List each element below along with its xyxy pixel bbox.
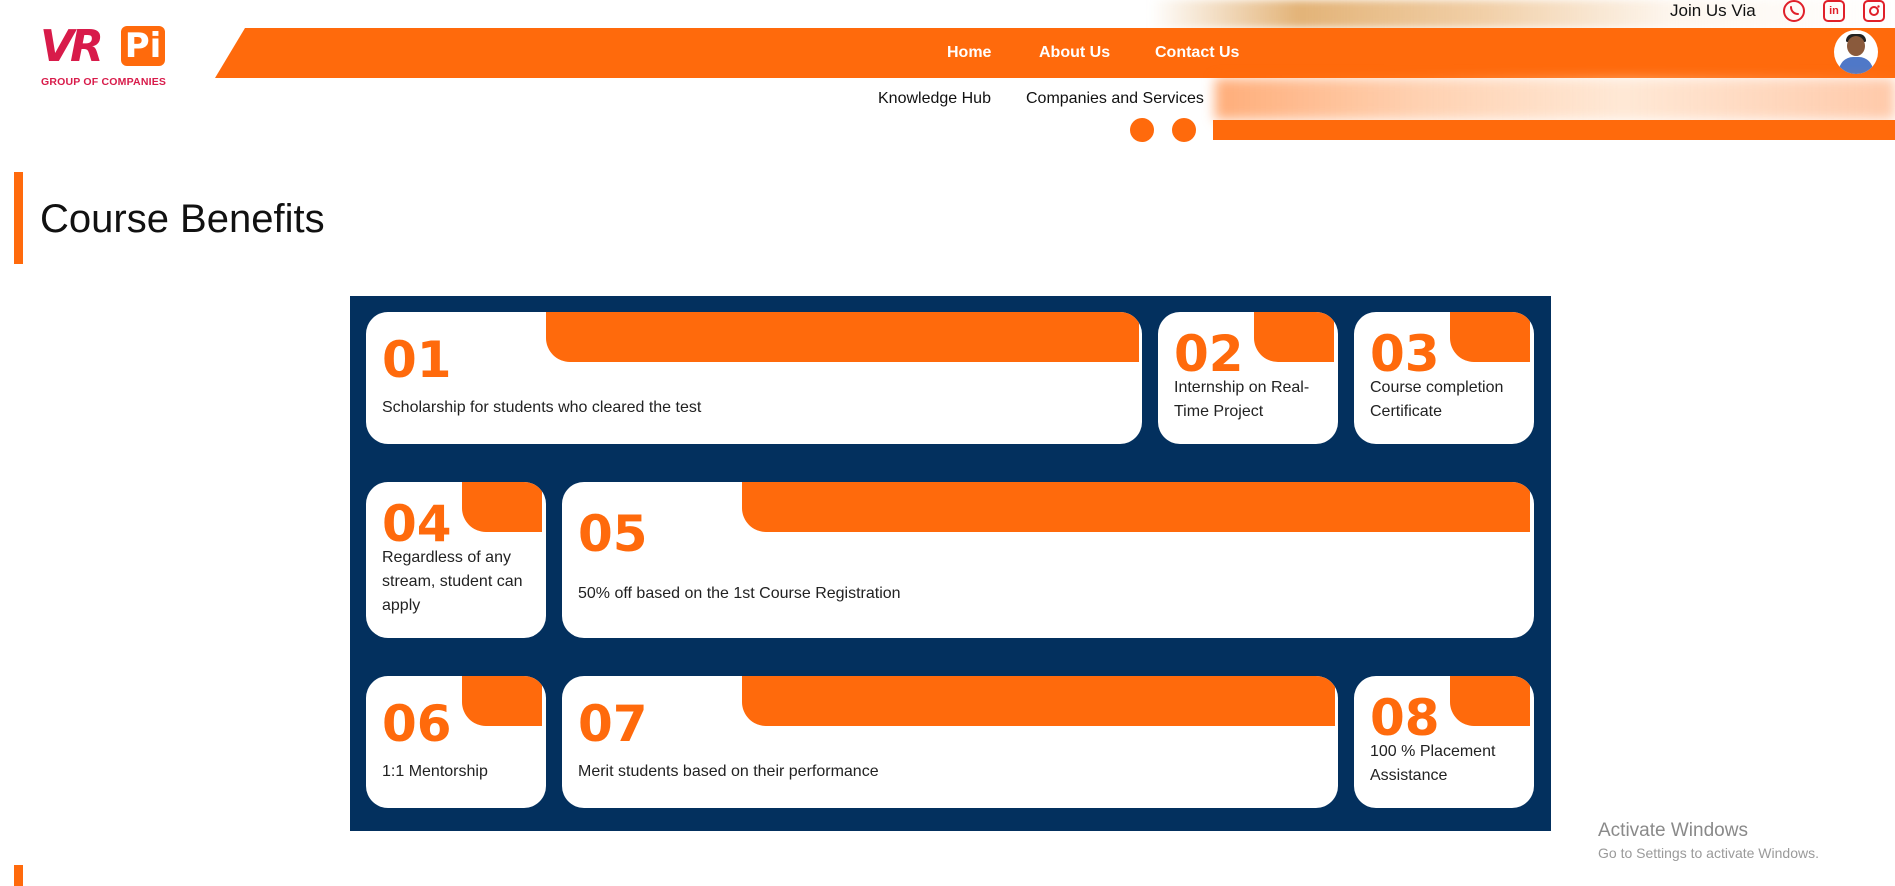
- logo-vr-mark: VR: [40, 21, 104, 72]
- benefit-text: 100 % Placement Assistance: [1370, 743, 1496, 784]
- card-accent-tab: [546, 312, 1139, 362]
- benefit-number: 01: [382, 331, 452, 389]
- activate-windows-hint: Go to Settings to activate Windows.: [1598, 845, 1819, 861]
- linkedin-icon-glyph: in: [1829, 5, 1839, 17]
- benefit-number: 06: [382, 695, 452, 753]
- join-us-label: Join Us Via: [1670, 1, 1756, 20]
- card-accent-tab: [742, 482, 1530, 532]
- benefit-card-08: 08 100 % Placement Assistance: [1354, 676, 1534, 808]
- nav-home[interactable]: Home: [947, 28, 991, 78]
- avatar-body: [1839, 57, 1873, 74]
- decorative-sub-blur: [1215, 78, 1895, 120]
- benefit-card-05: 05 50% off based on the 1st Course Regis…: [562, 482, 1534, 638]
- benefit-text: Regardless of any stream, student can ap…: [382, 549, 523, 614]
- nav-companies-services[interactable]: Companies and Services: [1026, 88, 1204, 110]
- whatsapp-icon[interactable]: [1783, 0, 1805, 22]
- page-title: Course Benefits: [40, 197, 325, 241]
- benefit-text: Internship on Real-Time Project: [1174, 379, 1310, 420]
- logo-subtitle: GROUP OF COMPANIES: [41, 76, 167, 88]
- heading-accent-bar: [14, 172, 23, 264]
- logo-pi-mark: Pi: [121, 26, 165, 66]
- user-avatar[interactable]: [1834, 30, 1878, 74]
- benefit-number: 04: [382, 495, 452, 553]
- activate-windows-title: Activate Windows: [1598, 820, 1748, 841]
- card-accent-tab: [462, 482, 542, 532]
- card-accent-tab: [1254, 312, 1334, 362]
- decorative-sub-bar: [1213, 120, 1895, 140]
- benefit-text: Course completion Certificate: [1370, 379, 1504, 420]
- instagram-icon[interactable]: [1863, 0, 1885, 22]
- card-accent-tab: [462, 676, 542, 726]
- carousel-dot[interactable]: [1130, 118, 1154, 142]
- benefit-card-01: 01 Scholarship for students who cleared …: [366, 312, 1142, 444]
- benefit-number: 05: [578, 505, 648, 563]
- carousel-dot[interactable]: [1172, 118, 1196, 142]
- benefit-number: 03: [1370, 325, 1440, 383]
- benefit-card-07: 07 Merit students based on their perform…: [562, 676, 1338, 808]
- benefit-text: Scholarship for students who cleared the…: [382, 399, 702, 416]
- card-accent-tab: [742, 676, 1335, 726]
- benefit-number: 02: [1174, 325, 1244, 383]
- linkedin-icon[interactable]: in: [1823, 0, 1845, 22]
- section-accent-bar: [14, 865, 23, 886]
- benefit-card-02: 02 Internship on Real-Time Project: [1158, 312, 1338, 444]
- benefit-text: Merit students based on their performanc…: [578, 763, 879, 780]
- benefit-card-04: 04 Regardless of any stream, student can…: [366, 482, 546, 638]
- benefit-number: 07: [578, 695, 648, 753]
- benefit-text: 1:1 Mentorship: [382, 763, 488, 780]
- card-accent-tab: [1450, 676, 1530, 726]
- benefit-card-06: 06 1:1 Mentorship: [366, 676, 546, 808]
- card-accent-tab: [1450, 312, 1530, 362]
- benefit-text: 50% off based on the 1st Course Registra…: [578, 585, 901, 602]
- benefit-card-03: 03 Course completion Certificate: [1354, 312, 1534, 444]
- benefit-number: 08: [1370, 689, 1440, 747]
- company-logo[interactable]: VR Pi GROUP OF COMPANIES: [40, 22, 180, 92]
- instagram-icon-glyph: [1869, 5, 1880, 16]
- nav-knowledge-hub[interactable]: Knowledge Hub: [878, 88, 991, 110]
- nav-about-us[interactable]: About Us: [1039, 28, 1110, 78]
- avatar-head: [1847, 36, 1865, 56]
- benefits-panel: 01 Scholarship for students who cleared …: [350, 296, 1551, 831]
- nav-contact-us[interactable]: Contact Us: [1155, 28, 1239, 78]
- whatsapp-icon-glyph: [1790, 6, 1799, 15]
